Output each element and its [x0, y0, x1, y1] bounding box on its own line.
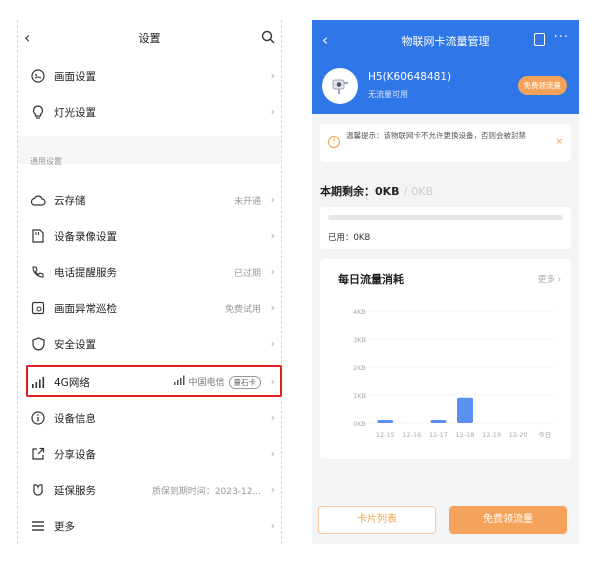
x-tick-label: 12-16 [402, 431, 421, 439]
settings-row-light[interactable]: 灯光设置 › [18, 94, 281, 130]
x-tick-label: 12-18 [456, 431, 475, 439]
traffic-panel: ‹ 物联网卡流量管理 ··· H5(K60648481) 无流量可用 免费领流量… [312, 20, 579, 544]
cloud-icon [30, 192, 46, 208]
traffic-header: ‹ 物联网卡流量管理 ··· [312, 20, 579, 62]
camera-icon [322, 68, 358, 104]
settings-row-picture[interactable]: 画面设置 › [18, 58, 281, 94]
row-label: 设备信息 [54, 412, 96, 425]
row-label: 设备录像设置 [54, 230, 117, 243]
chevron-right-icon: › [270, 411, 275, 424]
device-status: 无流量可用 [368, 90, 408, 99]
inspection-icon [30, 300, 46, 316]
chart-bar [377, 420, 394, 423]
chevron-right-icon: › [270, 105, 275, 118]
settings-row-warranty[interactable]: 延保服务 质保到期时间：2023-12... › [18, 472, 281, 508]
daily-usage-chart: 每日流量消耗 更多 › 0KB 1KB 2KB 3KB 4KB 12-15 12-16 12-… [320, 259, 571, 459]
more-icon[interactable]: ··· [554, 30, 569, 45]
section-label: 通用设置 [30, 157, 62, 166]
warranty-icon [30, 482, 46, 498]
chart-svg: 0KB 1KB 2KB 3KB 4KB 12-15 12-16 12-17 12-18 12-19… [353, 308, 558, 439]
settings-row-inspection[interactable]: 画面异常巡检 免费试用 › [18, 290, 281, 326]
y-tick-label: 0KB [353, 420, 366, 428]
document-icon[interactable] [534, 33, 545, 46]
y-tick-label: 4KB [353, 308, 366, 316]
settings-row-more[interactable]: 更多 › [18, 508, 281, 544]
remain-value: 0KB [375, 185, 400, 198]
device-card: H5(K60648481) 无流量可用 免费领流量 [312, 62, 579, 114]
sd-card-icon [30, 228, 46, 244]
chevron-right-icon: › [270, 193, 275, 206]
row-label: 画面设置 [54, 70, 96, 83]
chevron-right-icon: › [270, 265, 275, 278]
settings-row-share[interactable]: 分享设备 › [18, 436, 281, 472]
card-list-button[interactable]: 卡片列表 [318, 506, 436, 534]
warning-notice: ! 温馨提示：该物联网卡不允许更换设备，否则会被封禁 × [320, 124, 571, 162]
usage-progress-bar [328, 215, 563, 220]
row-label: 安全设置 [54, 338, 96, 351]
chevron-right-icon: › [270, 229, 275, 242]
remain-total: 0KB [411, 185, 434, 198]
light-bulb-icon [30, 104, 46, 120]
bottom-bar: 卡片列表 免费领流量 [312, 504, 579, 544]
x-tick-label: 12-19 [482, 431, 501, 439]
settings-row-device-info[interactable]: 设备信息 › [18, 400, 281, 436]
remain-label: 本期剩余： [320, 185, 375, 198]
page-title: 设置 [138, 32, 161, 45]
row-label: 灯光设置 [54, 106, 96, 119]
x-tick-label: 12-15 [376, 431, 395, 439]
row-label: 画面异常巡检 [54, 302, 117, 315]
chart-bar [457, 397, 473, 423]
used-amount: 已用：0KB [328, 233, 371, 243]
info-icon [30, 410, 46, 426]
search-icon[interactable] [261, 30, 275, 44]
free-traffic-button[interactable]: 免费领流量 [517, 76, 567, 95]
row-label: 云存储 [54, 194, 86, 207]
row-label: 电话提醒服务 [54, 266, 117, 279]
y-tick-label: 1KB [353, 392, 366, 400]
picture-settings-icon [30, 68, 46, 84]
x-tick-label: 今日 [538, 430, 551, 439]
settings-row-cloud[interactable]: 云存储 未开通 › [18, 182, 281, 218]
settings-row-recording[interactable]: 设备录像设置 › [18, 218, 281, 254]
highlight-box [26, 365, 282, 397]
section-gap: 通用设置 [18, 136, 281, 166]
row-value: 质保到期时间：2023-12... [151, 486, 261, 497]
settings-panel: ‹ 设置 画面设置 › 灯光设置 › 通用设置 云存储 未开通 › 设备录像设置… [17, 20, 282, 544]
chevron-right-icon: › [270, 519, 275, 532]
settings-row-security[interactable]: 安全设置 › [18, 326, 281, 362]
warning-icon: ! [328, 136, 340, 148]
device-name: H5(K60648481) [368, 71, 452, 83]
x-tick-label: 12-17 [429, 431, 448, 439]
chevron-right-icon: › [270, 483, 275, 496]
chevron-right-icon: › [270, 337, 275, 350]
settings-row-phone-alert[interactable]: 电话提醒服务 已过期 › [18, 254, 281, 290]
shield-icon [30, 336, 46, 352]
close-icon[interactable]: × [555, 137, 563, 147]
chevron-right-icon: › [270, 69, 275, 82]
chevron-right-icon: › [270, 447, 275, 460]
row-value: 未开通 [233, 196, 261, 207]
row-label: 更多 [54, 520, 75, 533]
y-tick-label: 3KB [353, 336, 366, 344]
free-traffic-main-button[interactable]: 免费领流量 [449, 506, 567, 534]
notice-text: 温馨提示：该物联网卡不允许更换设备，否则会被封禁 [346, 131, 526, 140]
row-value: 免费试用 [224, 304, 261, 315]
menu-icon [30, 518, 46, 534]
chart-bar [430, 420, 447, 423]
row-label: 延保服务 [54, 484, 96, 497]
x-tick-label: 12-20 [509, 431, 528, 439]
y-tick-label: 2KB [353, 364, 366, 372]
row-label: 分享设备 [54, 448, 96, 461]
phone-icon [30, 264, 46, 280]
row-value: 已过期 [233, 268, 261, 279]
usage-card: 已用：0KB [320, 207, 571, 249]
settings-header: ‹ 设置 [18, 20, 281, 58]
share-icon [30, 446, 46, 462]
chevron-right-icon: › [270, 301, 275, 314]
remaining-traffic: 本期剩余：0KB/0KB [320, 185, 434, 198]
